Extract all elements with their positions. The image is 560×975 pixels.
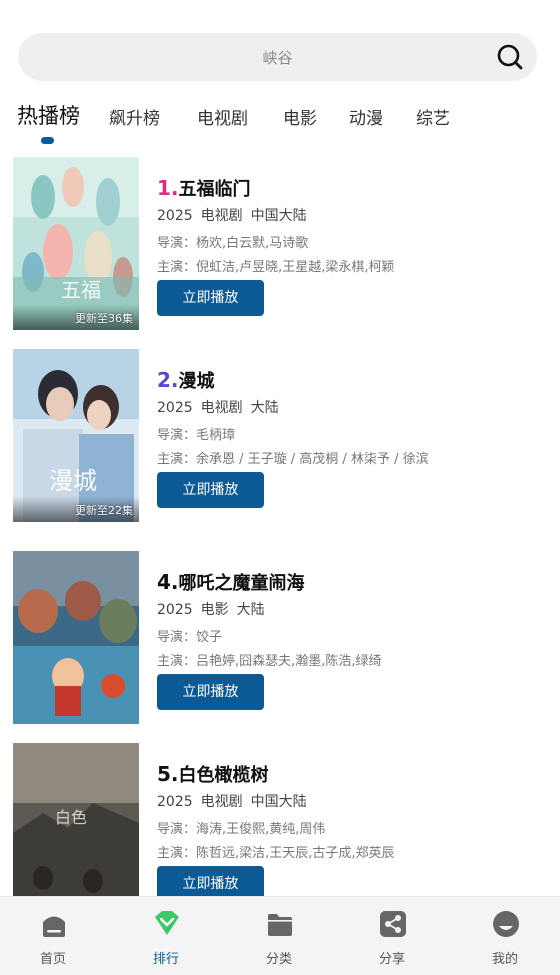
tab-anime[interactable]: 动漫: [349, 104, 383, 129]
tab-tv-series[interactable]: 电视剧: [197, 104, 248, 129]
episode-badge: 更新至36集: [75, 312, 133, 325]
list-item[interactable]: 漫城 更新至22集 2.漫城 2025 电视剧 大陆 导演：毛柄璋 主演：余承恩 /…: [0, 349, 560, 524]
item-meta: 2025 电视剧 大陆: [157, 397, 287, 417]
genre: 电视剧: [200, 400, 243, 416]
poster-image[interactable]: 五福 更新至36集: [13, 157, 139, 330]
nav-label: 分享: [378, 952, 405, 967]
tab-movies[interactable]: 电影: [283, 104, 317, 129]
episode-badge: 更新至22集: [75, 504, 133, 517]
region: 中国大陆: [250, 794, 307, 810]
item-meta: 2025 电视剧 中国大陆: [157, 205, 315, 225]
cast-line: 主演：余承恩 / 王子璇 / 高茂桐 / 林柒予 / 徐滨: [157, 452, 429, 467]
genre: 电影: [200, 602, 229, 618]
rank-number: 5.: [157, 762, 179, 786]
genre: 电视剧: [200, 208, 243, 224]
svg-text:五福: 五福: [61, 278, 101, 302]
nav-home[interactable]: 首页: [13, 897, 93, 975]
rank-number: 4.: [157, 570, 179, 594]
nav-profile[interactable]: 我的: [465, 897, 545, 975]
play-button[interactable]: 立即播放: [157, 472, 264, 508]
tab-hot[interactable]: 热播榜: [17, 100, 80, 130]
ranking-tabs: 热播榜 飙升榜 电视剧 电影 动漫 综艺: [0, 98, 560, 148]
play-button[interactable]: 立即播放: [157, 674, 264, 710]
home-icon: [43, 916, 65, 937]
nav-label: 排行: [152, 952, 179, 967]
nav-label: 分类: [265, 952, 292, 967]
bottom-nav: 首页 排行 分类 分享 我的: [0, 896, 560, 975]
item-title[interactable]: 2.漫城: [157, 367, 215, 393]
region: 大陆: [250, 400, 279, 416]
director-line: 导演：杨欢,白云默,马诗歌: [157, 236, 309, 251]
list-item[interactable]: 五福 更新至36集 1.五福临门 2025 电视剧 中国大陆 导演：杨欢,白云默,马…: [0, 157, 560, 332]
title-text: 白色橄榄树: [178, 765, 269, 786]
nav-label: 我的: [491, 952, 518, 967]
director-line: 导演：毛柄璋: [157, 428, 236, 443]
title-text: 哪吒之魔童闹海: [178, 573, 305, 594]
folder-icon: [268, 914, 292, 936]
cast-line: 主演：陈哲远,梁洁,王天辰,古子成,郑英辰: [157, 846, 395, 861]
region: 大陆: [236, 602, 265, 618]
profile-icon: [493, 911, 519, 937]
svg-text:漫城: 漫城: [49, 467, 97, 495]
nav-categories[interactable]: 分类: [239, 897, 319, 975]
tab-rising[interactable]: 飙升榜: [109, 104, 160, 129]
poster-image[interactable]: 漫城 更新至22集: [13, 349, 139, 522]
list-item[interactable]: 4.哪吒之魔童闹海 2025 电影 大陆 导演：饺子 主演：吕艳婷,囧森瑟夫,瀚墨,…: [0, 551, 560, 726]
genre: 电视剧: [200, 794, 243, 810]
director-line: 导演：海涛,王俊熙,黄纯,周伟: [157, 822, 326, 837]
item-title[interactable]: 4.哪吒之魔童闹海: [157, 569, 305, 595]
search-icon[interactable]: [497, 44, 523, 70]
cast-line: 主演：吕艳婷,囧森瑟夫,瀚墨,陈浩,绿绮: [157, 654, 382, 669]
active-tab-indicator: [41, 137, 54, 144]
item-title[interactable]: 5.白色橄榄树: [157, 761, 269, 787]
share-icon: [380, 911, 406, 937]
year: 2025: [157, 794, 193, 810]
year: 2025: [157, 602, 193, 618]
year: 2025: [157, 208, 193, 224]
poster-image[interactable]: 白色: [13, 743, 139, 916]
title-text: 五福临门: [178, 179, 251, 200]
play-button[interactable]: 立即播放: [157, 280, 264, 316]
rank-number: 1.: [157, 176, 179, 200]
year: 2025: [157, 400, 193, 416]
nav-label: 首页: [39, 952, 66, 967]
svg-text:白色: 白色: [55, 808, 87, 827]
list-item[interactable]: 白色 5.白色橄榄树 2025 电视剧 中国大陆 导演：海涛,王俊熙,黄纯,周伟 主…: [0, 743, 560, 918]
region: 中国大陆: [250, 208, 307, 224]
nav-share[interactable]: 分享: [352, 897, 432, 975]
search-input[interactable]: 峡谷: [18, 47, 537, 68]
cast-line: 主演：倪虹洁,卢昱晓,王星越,梁永棋,柯颖: [157, 260, 395, 275]
nav-ranking[interactable]: 排行: [126, 897, 206, 975]
item-meta: 2025 电影 大陆: [157, 599, 273, 619]
search-bar[interactable]: 峡谷: [18, 33, 537, 81]
title-text: 漫城: [178, 371, 215, 392]
tab-variety[interactable]: 综艺: [416, 104, 450, 129]
item-title[interactable]: 1.五福临门: [157, 175, 251, 201]
poster-image[interactable]: [13, 551, 139, 724]
director-line: 导演：饺子: [157, 630, 223, 645]
item-meta: 2025 电视剧 中国大陆: [157, 791, 315, 811]
ranking-icon: [155, 911, 179, 935]
rank-number: 2.: [157, 368, 179, 392]
